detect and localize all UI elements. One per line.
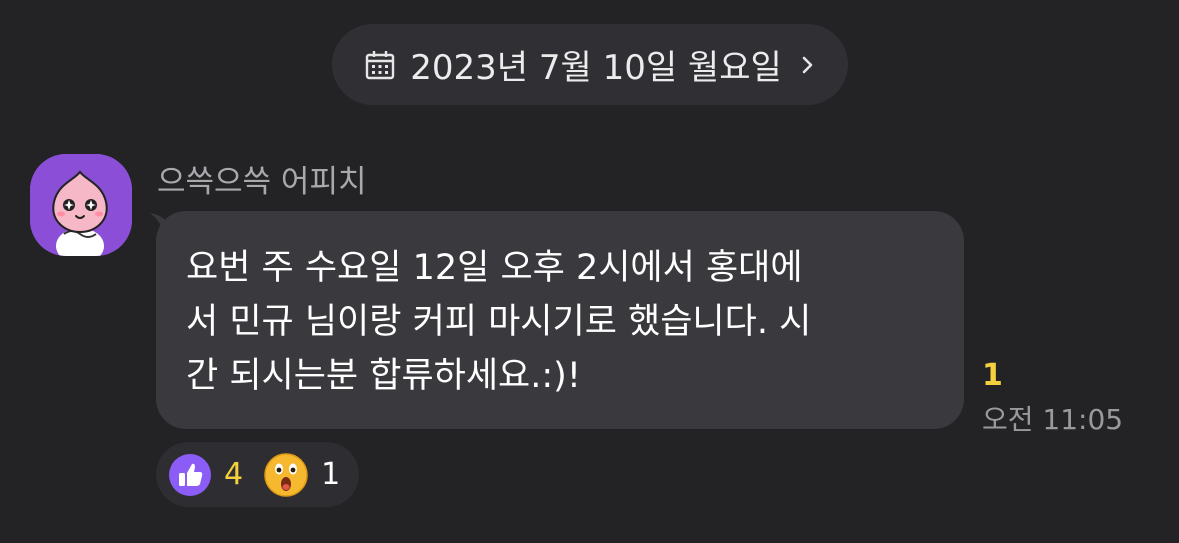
avatar-image xyxy=(30,154,132,256)
surprised-face-icon xyxy=(264,452,308,497)
wow-count: 1 xyxy=(321,457,341,492)
thumbs-up-icon xyxy=(169,453,211,496)
like-count: 4 xyxy=(224,457,244,492)
message-text: 요번 주 수요일 12일 오후 2시에서 홍대에 서 민규 님이랑 커피 마시기… xyxy=(186,248,812,396)
calendar-icon xyxy=(366,50,395,79)
reactions-bar[interactable]: 4 1 xyxy=(156,442,359,507)
date-label: 2023년 7월 10일 월요일 xyxy=(410,48,782,88)
chevron-right-icon xyxy=(802,56,813,73)
chat-screen: 2023년 7월 10일 월요일 으쓱으쓱 어피치 요번 주 수요일 12일 오… xyxy=(0,0,1179,543)
apeach-avatar[interactable] xyxy=(30,154,132,256)
message-time: 오전 11:05 xyxy=(982,403,1124,436)
reaction-like[interactable]: 4 xyxy=(168,453,243,497)
date-divider-button[interactable]: 2023년 7월 10일 월요일 xyxy=(332,24,848,105)
message-bubble[interactable]: 요번 주 수요일 12일 오후 2시에서 홍대에 서 민규 님이랑 커피 마시기… xyxy=(156,211,964,429)
reaction-wow[interactable]: 1 xyxy=(263,452,340,498)
sender-name[interactable]: 으쓱으쓱 어피치 xyxy=(157,156,367,201)
unread-count: 1 xyxy=(982,358,1003,393)
